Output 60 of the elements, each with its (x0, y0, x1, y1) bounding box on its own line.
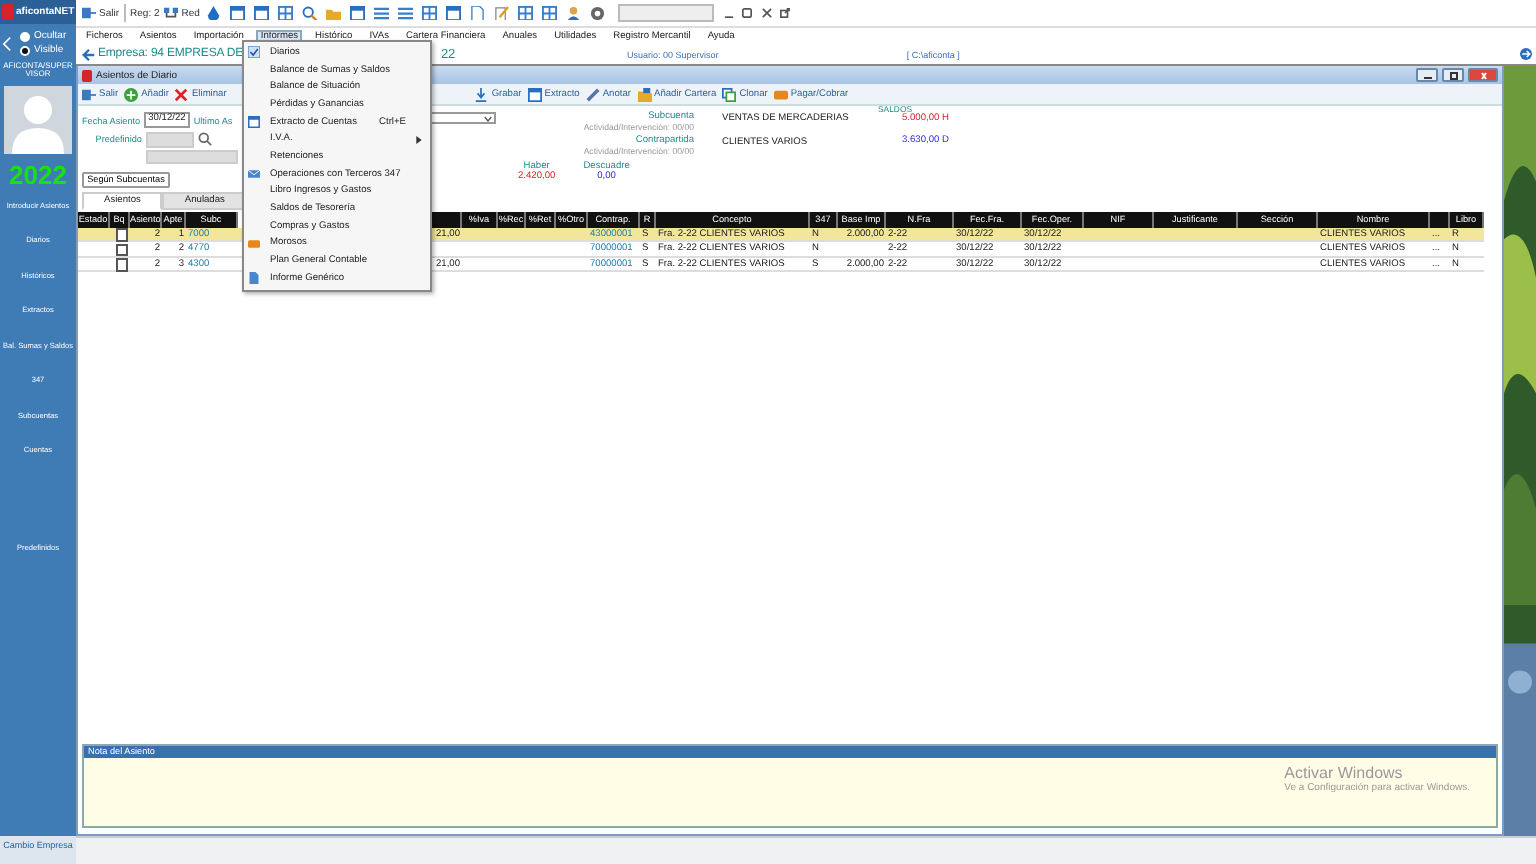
grid-icon[interactable] (542, 5, 558, 21)
forward-arrow-icon[interactable] (1520, 48, 1532, 60)
network-icon (164, 6, 179, 20)
lock-checkbox[interactable] (116, 228, 128, 241)
wallet-icon (773, 87, 788, 101)
envelope-icon (248, 168, 260, 181)
back-chevron-icon[interactable] (2, 35, 12, 51)
exit-icon (82, 87, 96, 101)
check-icon (248, 46, 260, 59)
grid-icon[interactable] (278, 5, 294, 21)
doc-icon[interactable] (470, 5, 486, 21)
window-icon[interactable] (350, 5, 366, 21)
popout-icon[interactable] (780, 8, 791, 18)
back-arrow-icon[interactable] (82, 47, 96, 61)
preset-field[interactable] (146, 131, 194, 147)
minimize-icon (1421, 71, 1433, 79)
lock-checkbox[interactable] (116, 243, 128, 256)
drop-icon[interactable] (206, 5, 222, 21)
grid-icon[interactable] (422, 5, 438, 21)
window-icon (527, 87, 542, 101)
search-icon[interactable] (302, 5, 318, 21)
grid-icon[interactable] (518, 5, 534, 21)
submenu-arrow-icon (416, 135, 422, 144)
maximize-icon[interactable] (742, 8, 753, 18)
document-icon (248, 272, 260, 285)
maximize-button[interactable] (1442, 67, 1464, 83)
radio-button[interactable] (20, 45, 30, 55)
close-button[interactable] (1468, 67, 1498, 83)
radio-button[interactable] (20, 31, 30, 41)
minimize-button[interactable] (1416, 67, 1438, 83)
lock-checkbox[interactable] (116, 258, 128, 271)
window-icon[interactable] (446, 5, 462, 21)
window-icon[interactable] (254, 5, 270, 21)
window-icon[interactable] (230, 5, 246, 21)
maximize-icon (1447, 71, 1459, 79)
person-icon[interactable] (566, 5, 582, 21)
folder-icon (637, 87, 651, 101)
list-icon[interactable] (374, 5, 390, 21)
chevron-down-icon (484, 115, 492, 121)
avatar-icon (4, 85, 72, 154)
year-label: 2022 (9, 159, 67, 190)
logo-icon (2, 4, 14, 20)
gear-icon[interactable] (590, 5, 606, 21)
window-logo-icon (82, 69, 92, 81)
wallet-icon (248, 237, 260, 250)
copy-icon (722, 87, 737, 101)
search-field[interactable] (618, 4, 715, 22)
search-icon[interactable] (198, 132, 212, 146)
activation-title: Activar Windows (1284, 764, 1405, 782)
close-icon[interactable] (761, 8, 772, 18)
list-icon[interactable] (398, 5, 414, 21)
cross-icon (174, 87, 189, 101)
plus-icon (124, 87, 139, 101)
pen-icon (585, 87, 600, 101)
download-icon (474, 87, 489, 101)
close-icon (1477, 71, 1489, 79)
pen-icon[interactable] (494, 5, 510, 21)
preset-name-field (146, 150, 238, 164)
exit-icon (82, 6, 96, 20)
window-icon (248, 116, 260, 129)
